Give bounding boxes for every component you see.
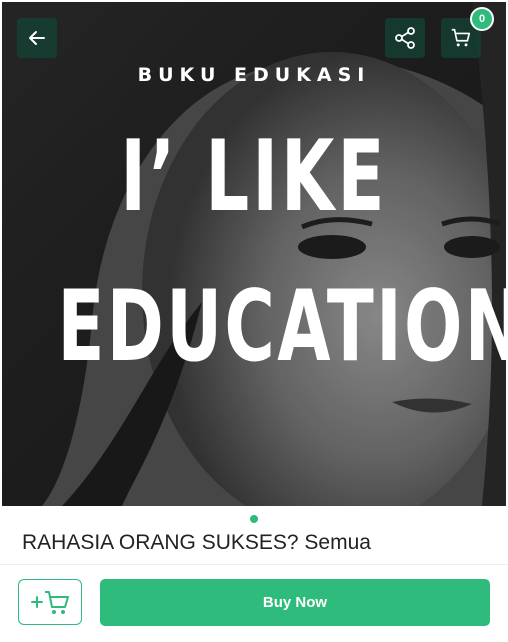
cover-title-line-1: I’ LIKE: [120, 120, 388, 234]
share-button[interactable]: [385, 18, 425, 58]
add-to-cart-button[interactable]: [18, 579, 82, 625]
arrow-left-icon: [29, 31, 45, 45]
back-button[interactable]: [17, 18, 57, 58]
divider: [0, 564, 508, 565]
cover-title-line-2: EDUCATION: [57, 270, 506, 384]
cart-count-badge: 0: [470, 7, 494, 31]
add-to-cart-icon: [31, 591, 69, 614]
carousel-indicator-dot[interactable]: [250, 515, 258, 523]
product-image-carousel[interactable]: BUKU EDUKASI I’ LIKE EDUCATION: [2, 2, 506, 506]
buy-now-button[interactable]: Buy Now: [100, 579, 490, 626]
product-title: RAHASIA ORANG SUKSES? Semua: [22, 531, 371, 554]
cover-kicker-text: BUKU EDUKASI: [137, 64, 371, 86]
cart-icon: [451, 28, 471, 47]
share-icon: [395, 27, 415, 49]
